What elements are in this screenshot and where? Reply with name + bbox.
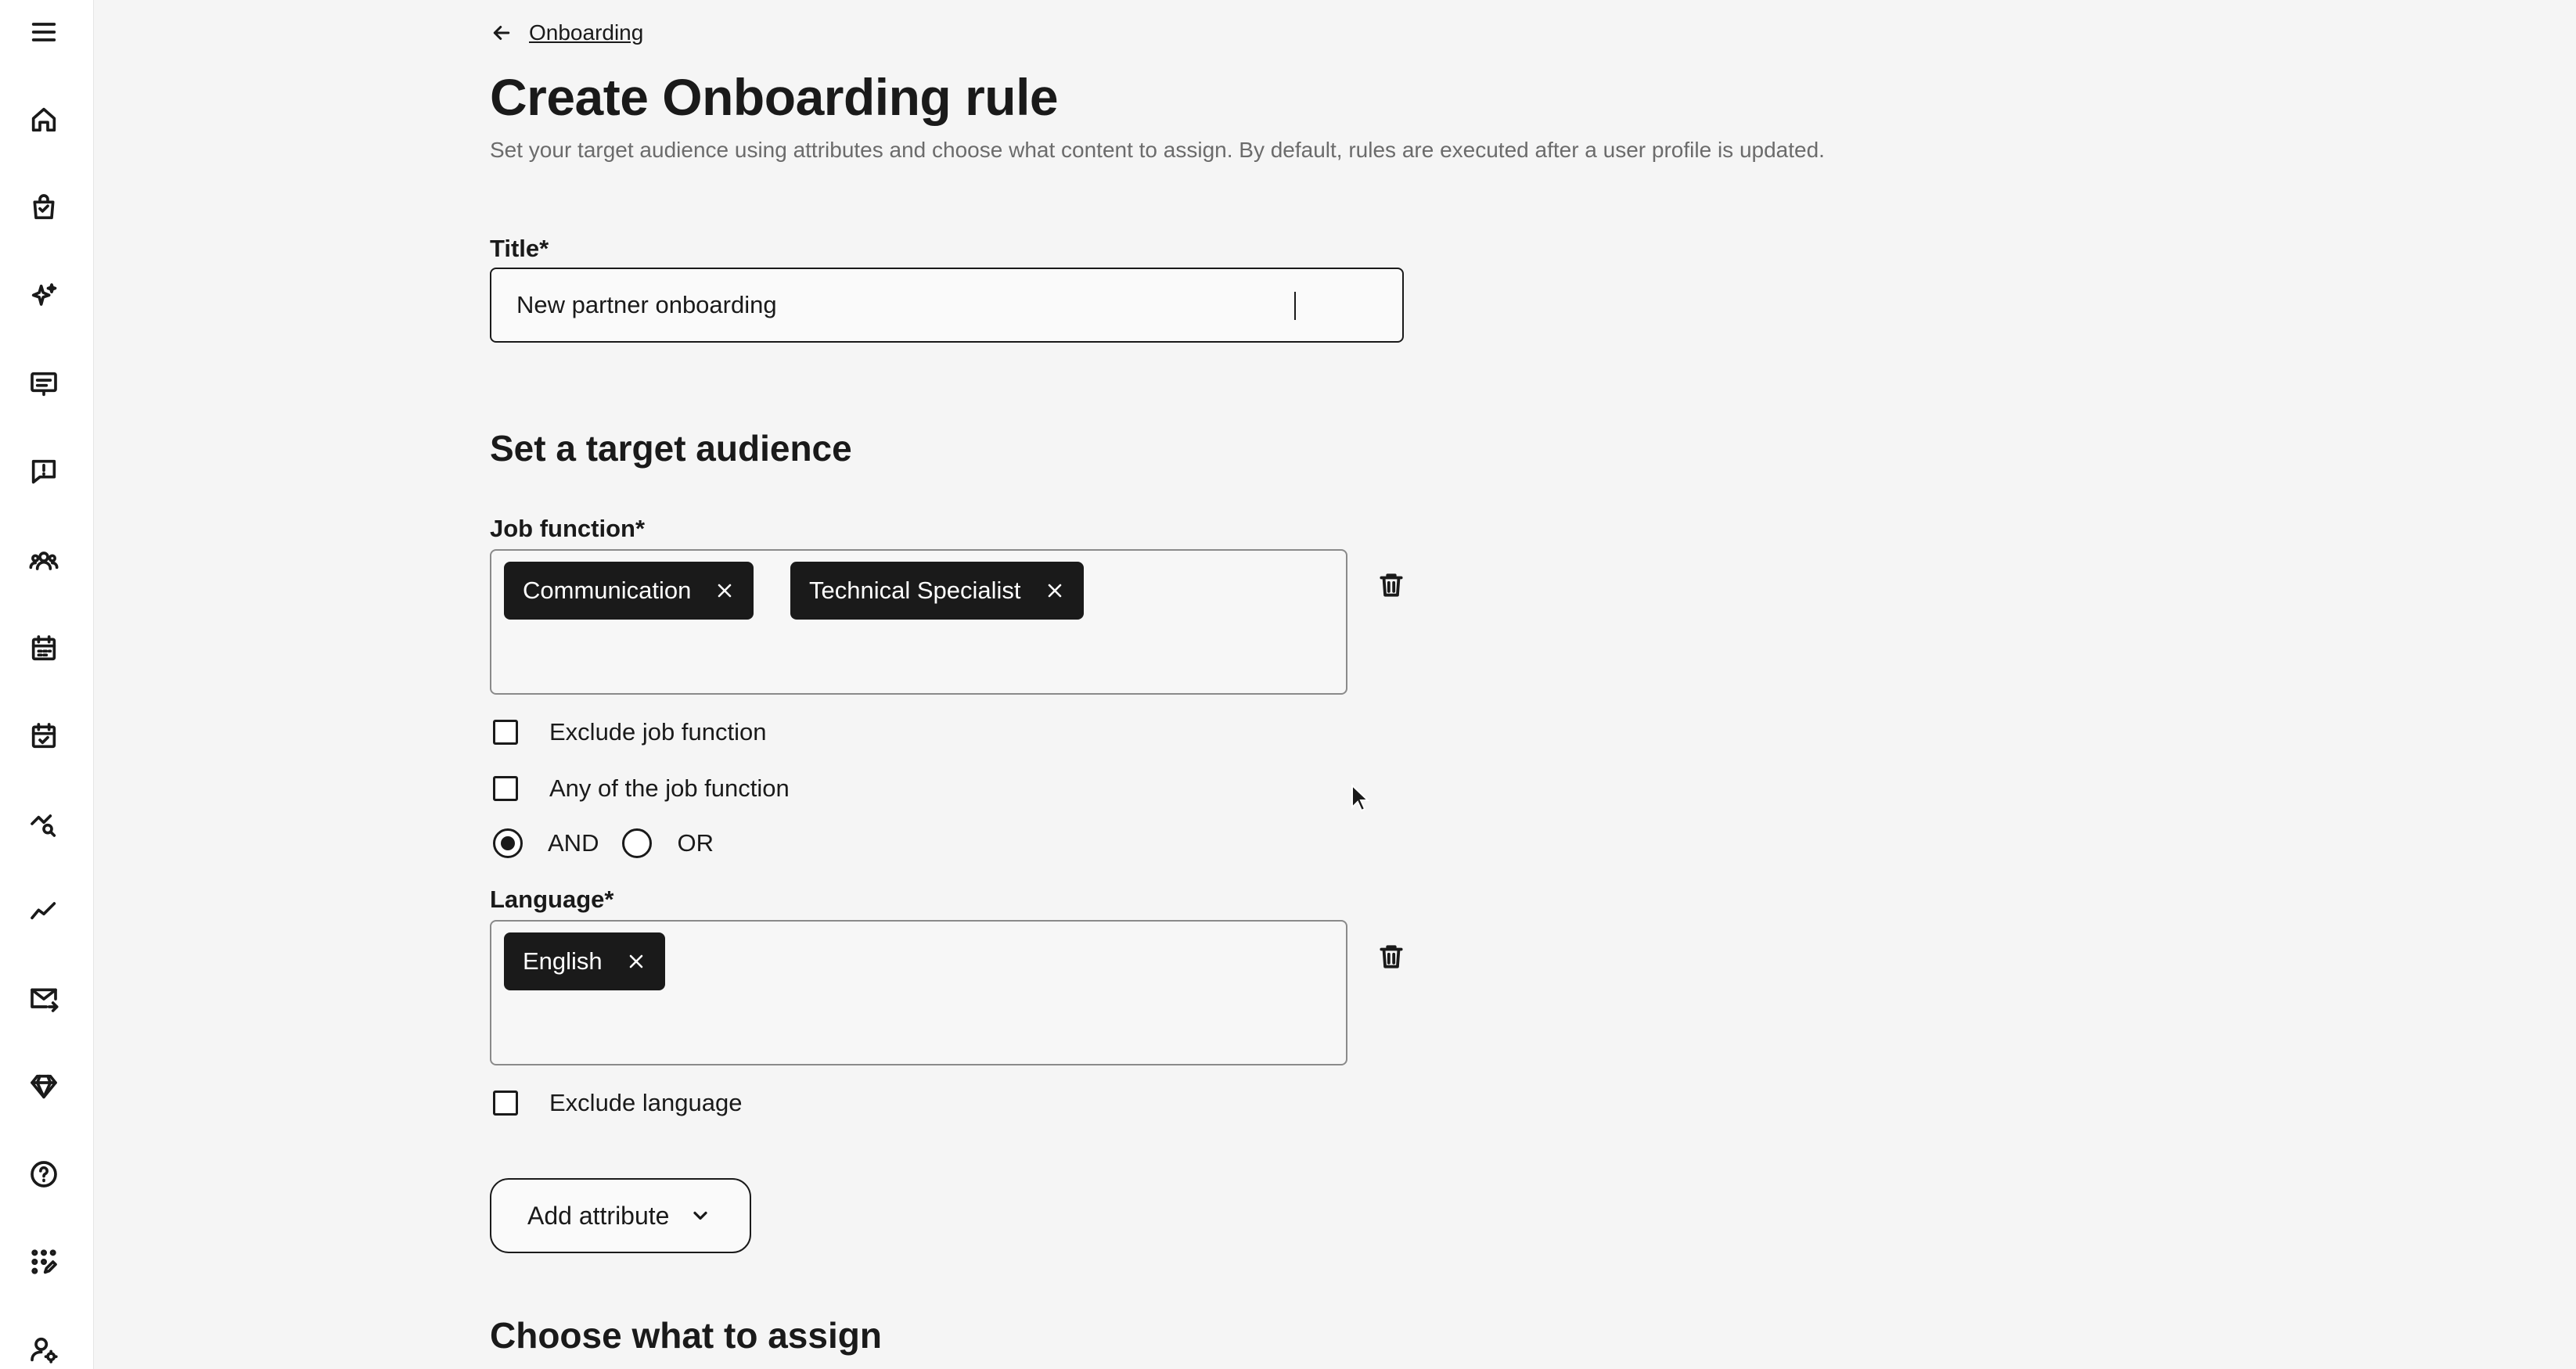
apps-edit-icon[interactable] [19, 1237, 69, 1287]
user-settings-icon[interactable] [19, 1324, 69, 1369]
exclude-job-function-label: Exclude job function [549, 718, 767, 746]
and-radio[interactable] [493, 828, 523, 858]
close-icon[interactable] [714, 580, 735, 601]
menu-icon[interactable] [19, 7, 69, 57]
trash-icon[interactable] [1371, 936, 1412, 977]
exclude-job-function-option: Exclude job function [493, 715, 766, 749]
chip-technical-specialist: Technical Specialist [790, 562, 1084, 620]
chip-label: Communication [523, 577, 692, 604]
chip-english: English [504, 932, 665, 990]
exclude-language-option: Exclude language [493, 1086, 742, 1120]
presentation-icon[interactable] [19, 359, 69, 409]
arrow-left-icon [493, 26, 510, 40]
text-caret [1294, 292, 1296, 320]
or-radio[interactable] [622, 828, 653, 858]
chip-label: English [523, 947, 603, 975]
sidebar [0, 0, 94, 1369]
trash-icon[interactable] [1371, 565, 1412, 605]
back-link-label[interactable]: Onboarding [529, 20, 643, 45]
diamond-icon[interactable] [19, 1062, 69, 1112]
chevron-down-icon [693, 1211, 708, 1220]
chip-communication: Communication [504, 562, 754, 620]
calendar-icon[interactable] [19, 623, 69, 674]
help-icon[interactable] [19, 1149, 69, 1199]
job-function-label: Job function* [490, 515, 646, 542]
add-attribute-label: Add attribute [527, 1201, 670, 1230]
home-icon[interactable] [19, 95, 69, 145]
language-select[interactable]: English [490, 920, 1347, 1065]
users-icon[interactable] [19, 536, 69, 586]
close-icon[interactable] [626, 951, 646, 972]
page-subtitle: Set your target audience using attribute… [490, 138, 1825, 162]
close-icon[interactable] [1045, 580, 1065, 601]
language-label: Language* [490, 886, 614, 913]
exclude-language-label: Exclude language [549, 1089, 743, 1116]
any-job-function-label: Any of the job function [549, 774, 790, 802]
or-label: OR [677, 829, 714, 857]
sparkles-icon[interactable] [19, 271, 69, 322]
shopping-bag-icon[interactable] [19, 182, 69, 232]
calendar-check-icon[interactable] [19, 711, 69, 761]
back-link[interactable]: Onboarding [490, 17, 643, 49]
target-audience-heading: Set a target audience [490, 428, 852, 469]
add-attribute-button[interactable]: Add attribute [490, 1178, 751, 1253]
analytics-search-icon[interactable] [19, 799, 69, 849]
title-label: Title* [490, 235, 549, 262]
title-input[interactable] [490, 268, 1404, 343]
choose-assign-heading: Choose what to assign [490, 1315, 882, 1356]
and-label: AND [548, 829, 599, 857]
exclude-job-function-checkbox[interactable] [493, 720, 518, 745]
main-content: Onboarding Create Onboarding rule Set yo… [490, 0, 1977, 1369]
line-chart-icon[interactable] [19, 886, 69, 936]
mail-send-icon[interactable] [19, 974, 69, 1024]
any-job-function-checkbox[interactable] [493, 776, 518, 801]
chip-label: Technical Specialist [809, 577, 1021, 604]
any-job-function-option: Any of the job function [493, 771, 790, 806]
job-function-select[interactable]: Communication Technical Specialist [490, 549, 1347, 695]
operator-radio-group: AND OR [493, 826, 714, 861]
page-title: Create Onboarding rule [490, 68, 1059, 126]
exclude-language-checkbox[interactable] [493, 1091, 518, 1116]
feedback-icon[interactable] [19, 447, 69, 497]
mouse-cursor-icon [1351, 784, 1369, 812]
